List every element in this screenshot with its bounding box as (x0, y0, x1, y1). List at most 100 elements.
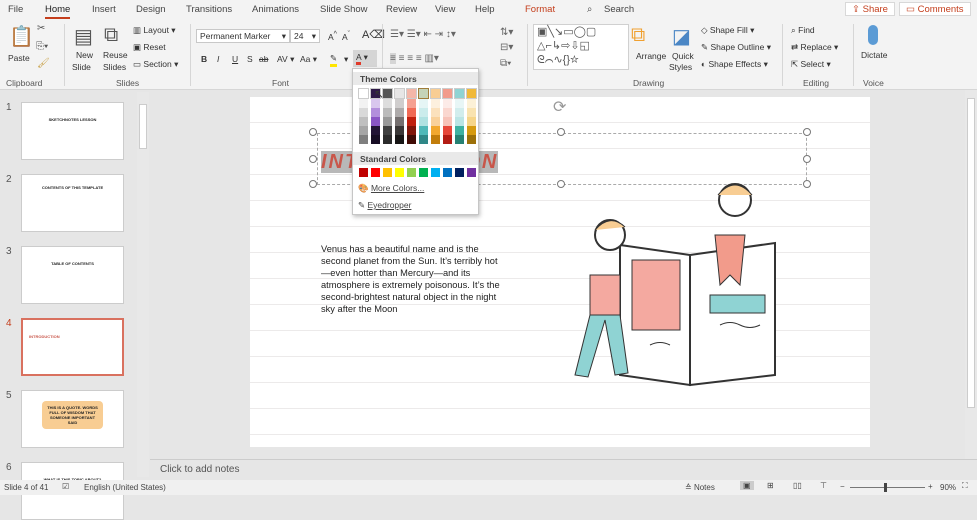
quick-styles-button[interactable]: Quick (672, 51, 694, 61)
thumbnails-scrollbar[interactable] (137, 92, 149, 477)
alignment-buttons[interactable]: ≡ ≡ ≡ ≡ ▥▾ (390, 53, 439, 64)
shape-fill-button[interactable]: ◇ Shape Fill ▾ (701, 25, 754, 36)
color-swatch[interactable] (382, 88, 393, 99)
underline-button[interactable]: U (232, 54, 238, 64)
paste-icon[interactable]: 📋 (9, 24, 34, 49)
color-swatch[interactable] (383, 135, 392, 144)
more-colors-item[interactable]: 🎨 More Colors... (358, 183, 424, 194)
color-swatch[interactable] (358, 88, 369, 99)
tab-help[interactable]: Help (475, 4, 495, 15)
slide-thumbnail[interactable]: SKETCHNOTES LESSON (21, 102, 124, 160)
color-swatch[interactable] (359, 135, 368, 144)
eyedropper-item[interactable]: ✎ Eyedropper (358, 200, 411, 211)
text-direction-button[interactable]: ⇅▾ (500, 27, 513, 38)
slide-thumbnail[interactable]: INTRODUCTION (21, 318, 124, 376)
color-swatch[interactable] (443, 135, 452, 144)
color-swatch[interactable] (455, 168, 464, 177)
color-swatch[interactable] (371, 135, 380, 144)
replace-button[interactable]: ⇄ Replace ▾ (791, 42, 838, 53)
select-button[interactable]: ⇱ Select ▾ (791, 59, 831, 70)
notes-toggle[interactable]: ≙ Notes (685, 483, 715, 492)
font-name-select[interactable]: Permanent Marker ▾ (196, 29, 290, 43)
color-swatch[interactable] (407, 126, 416, 135)
tab-design[interactable]: Design (136, 4, 166, 15)
color-swatch[interactable] (431, 108, 440, 117)
font-size-select[interactable]: 24 ▾ (290, 29, 320, 43)
tab-insert[interactable]: Insert (92, 4, 116, 15)
zoom-level[interactable]: 90% (940, 483, 956, 492)
shrink-font-button[interactable]: Aˇ (342, 30, 350, 42)
tab-view[interactable]: View (435, 4, 455, 15)
spellcheck-icon[interactable]: ☑ (62, 482, 69, 491)
paste-button[interactable]: Paste (8, 53, 30, 63)
new-slide-icon[interactable]: ▤ (74, 24, 93, 49)
color-swatch[interactable] (443, 99, 452, 108)
align-text-button[interactable]: ⊟▾ (500, 42, 513, 53)
color-swatch[interactable] (419, 168, 428, 177)
color-swatch[interactable] (419, 135, 428, 144)
resize-handle[interactable] (803, 155, 811, 163)
color-swatch[interactable] (467, 108, 476, 117)
smartart-button[interactable]: ⧉▾ (500, 58, 511, 69)
search-box[interactable]: Search (604, 4, 634, 15)
color-swatch[interactable] (419, 99, 428, 108)
zoom-slider[interactable] (850, 487, 925, 488)
color-swatch[interactable] (394, 88, 405, 99)
color-swatch[interactable] (359, 108, 368, 117)
color-swatch[interactable] (467, 126, 476, 135)
color-swatch[interactable] (406, 88, 417, 99)
notes-placeholder[interactable]: Click to add notes (160, 464, 240, 475)
new-slide-button[interactable]: New (76, 50, 93, 60)
reuse-slides-icon[interactable]: ⧉ (104, 24, 118, 47)
font-color-button[interactable]: A ▾ (353, 50, 377, 67)
fit-to-window-icon[interactable]: ⛶ (962, 481, 968, 491)
color-swatch[interactable] (419, 126, 428, 135)
color-swatch[interactable] (467, 99, 476, 108)
color-swatch[interactable] (359, 99, 368, 108)
color-swatch[interactable] (455, 135, 464, 144)
zoom-slider-thumb[interactable] (884, 483, 887, 492)
tab-transitions[interactable]: Transitions (186, 4, 232, 15)
highlight-color-button[interactable]: ✎ (330, 53, 338, 67)
color-swatch[interactable] (395, 99, 404, 108)
format-painter-icon[interactable]: 🖌 (37, 58, 50, 69)
color-swatch[interactable] (419, 117, 428, 126)
color-swatch[interactable] (431, 168, 440, 177)
slide-canvas[interactable]: ⟳ INTRODUCTION Venus has a beautiful nam… (250, 97, 870, 447)
color-swatch[interactable] (383, 99, 392, 108)
resize-handle[interactable] (309, 180, 317, 188)
find-button[interactable]: ⌕ Find (791, 25, 815, 36)
highlight-dropdown[interactable]: ▾ (344, 54, 348, 65)
slide-scrollbar[interactable] (965, 90, 977, 460)
rotate-handle-icon[interactable]: ⟳ (553, 97, 566, 117)
color-swatch[interactable] (466, 88, 477, 99)
shape-outline-button[interactable]: ✎ Shape Outline ▾ (701, 42, 771, 53)
scrollbar-thumb[interactable] (967, 98, 975, 408)
share-button[interactable]: ⇪ Share (845, 2, 895, 16)
dictate-button[interactable]: Dictate (861, 50, 887, 60)
color-swatch[interactable] (383, 126, 392, 135)
zoom-out-button[interactable]: − (840, 482, 845, 491)
shapes-gallery[interactable]: ▣╲↘▭◯▢ △⌐↳⇨⇩◱ ᘓ⌒∿{}☆ (533, 24, 629, 70)
zoom-in-button[interactable]: + (928, 482, 933, 491)
arrange-icon[interactable]: ⧉ (631, 24, 645, 47)
section-button[interactable]: ▭ Section ▾ (133, 59, 178, 70)
slide-thumbnail[interactable]: TABLE OF CONTENTS (21, 246, 124, 304)
notes-pane[interactable]: Click to add notes (150, 459, 977, 479)
color-swatch[interactable] (455, 117, 464, 126)
character-spacing-button[interactable]: AV ▾ (277, 54, 294, 65)
color-swatch[interactable] (418, 88, 429, 99)
quick-styles-icon[interactable]: ◪ (672, 24, 691, 49)
color-swatch[interactable] (443, 168, 452, 177)
bullets-numbering-buttons[interactable]: ☰▾ ☰▾ ⇤ ⇥ ↕▾ (390, 29, 456, 40)
tab-home[interactable]: Home (45, 4, 71, 19)
search-icon[interactable]: ⌕ (587, 4, 592, 15)
color-swatch[interactable] (407, 117, 416, 126)
resize-handle[interactable] (309, 155, 317, 163)
resize-handle[interactable] (803, 180, 811, 188)
tab-format[interactable]: Format (525, 4, 555, 15)
resize-handle[interactable] (803, 128, 811, 136)
italic-button[interactable]: I (217, 54, 219, 64)
copy-icon[interactable]: ⎘▾ (36, 41, 48, 52)
scrollbar-thumb[interactable] (139, 104, 147, 149)
